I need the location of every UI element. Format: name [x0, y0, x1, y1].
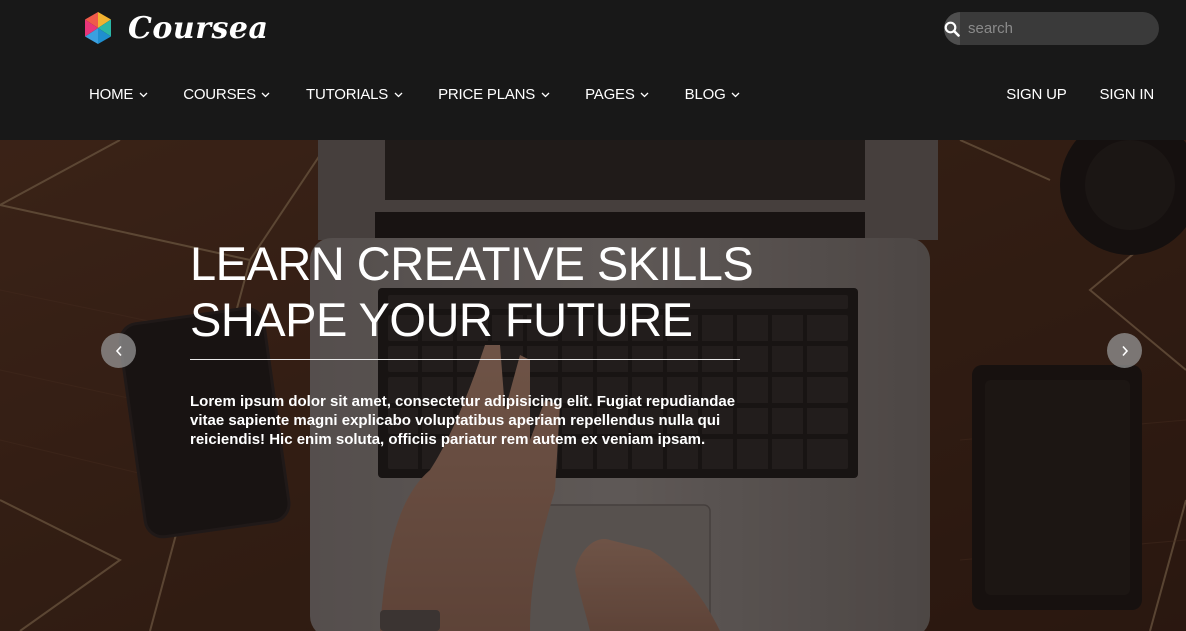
- chevron-down-icon: [731, 90, 741, 100]
- search-input[interactable]: [960, 12, 1159, 45]
- nav-item-home[interactable]: HOME: [89, 86, 148, 103]
- logo-mark-icon: [85, 12, 111, 44]
- hero-title-line-2: SHAPE YOUR FUTURE: [190, 293, 693, 346]
- chevron-left-icon: [115, 345, 122, 356]
- hero-description: Lorem ipsum dolor sit amet, consectetur …: [190, 393, 736, 448]
- slider-prev-button[interactable]: [101, 333, 136, 368]
- search-button[interactable]: [944, 12, 960, 45]
- brand-logo[interactable]: Coursea: [82, 10, 268, 46]
- nav-item-label: TUTORIALS: [305, 86, 389, 103]
- chevron-right-icon: [1121, 345, 1128, 356]
- chevron-down-icon: [261, 90, 271, 100]
- signin-link[interactable]: SIGN IN: [1100, 86, 1155, 103]
- nav-item-label: COURSES: [183, 86, 256, 103]
- site-header: Coursea HOME COURSES TUTORIALS PRICE PLA…: [0, 0, 1186, 140]
- hero-title: LEARN CREATIVE SKILLS SHAPE YOUR FUTURE: [190, 236, 754, 348]
- chevron-down-icon: [138, 90, 148, 100]
- brand-name: Coursea: [128, 10, 269, 46]
- nav-item-label: PAGES: [585, 86, 635, 103]
- hero-title-line-1: LEARN CREATIVE SKILLS: [190, 237, 754, 290]
- nav-item-label: BLOG: [684, 86, 726, 103]
- nav-item-pages[interactable]: PAGES: [585, 86, 650, 103]
- search-box: [944, 12, 1159, 45]
- slider-next-button[interactable]: [1107, 333, 1142, 368]
- nav-item-blog[interactable]: BLOG: [685, 86, 741, 103]
- main-nav: HOME COURSES TUTORIALS PRICE PLANS PAGES…: [89, 86, 776, 103]
- hero-divider: [190, 359, 740, 360]
- hero-overlay: [0, 140, 1186, 631]
- nav-item-label: PRICE PLANS: [438, 86, 536, 103]
- chevron-down-icon: [540, 90, 550, 100]
- hero-slider: LEARN CREATIVE SKILLS SHAPE YOUR FUTURE …: [0, 140, 1186, 631]
- search-icon: [944, 21, 960, 37]
- signup-link[interactable]: SIGN UP: [1006, 86, 1066, 103]
- auth-links: SIGN UP SIGN IN: [973, 86, 1154, 103]
- nav-item-tutorials[interactable]: TUTORIALS: [306, 86, 403, 103]
- chevron-down-icon: [393, 90, 403, 100]
- nav-item-label: HOME: [89, 86, 134, 103]
- chevron-down-icon: [640, 90, 650, 100]
- nav-item-price-plans[interactable]: PRICE PLANS: [438, 86, 550, 103]
- nav-item-courses[interactable]: COURSES: [183, 86, 271, 103]
